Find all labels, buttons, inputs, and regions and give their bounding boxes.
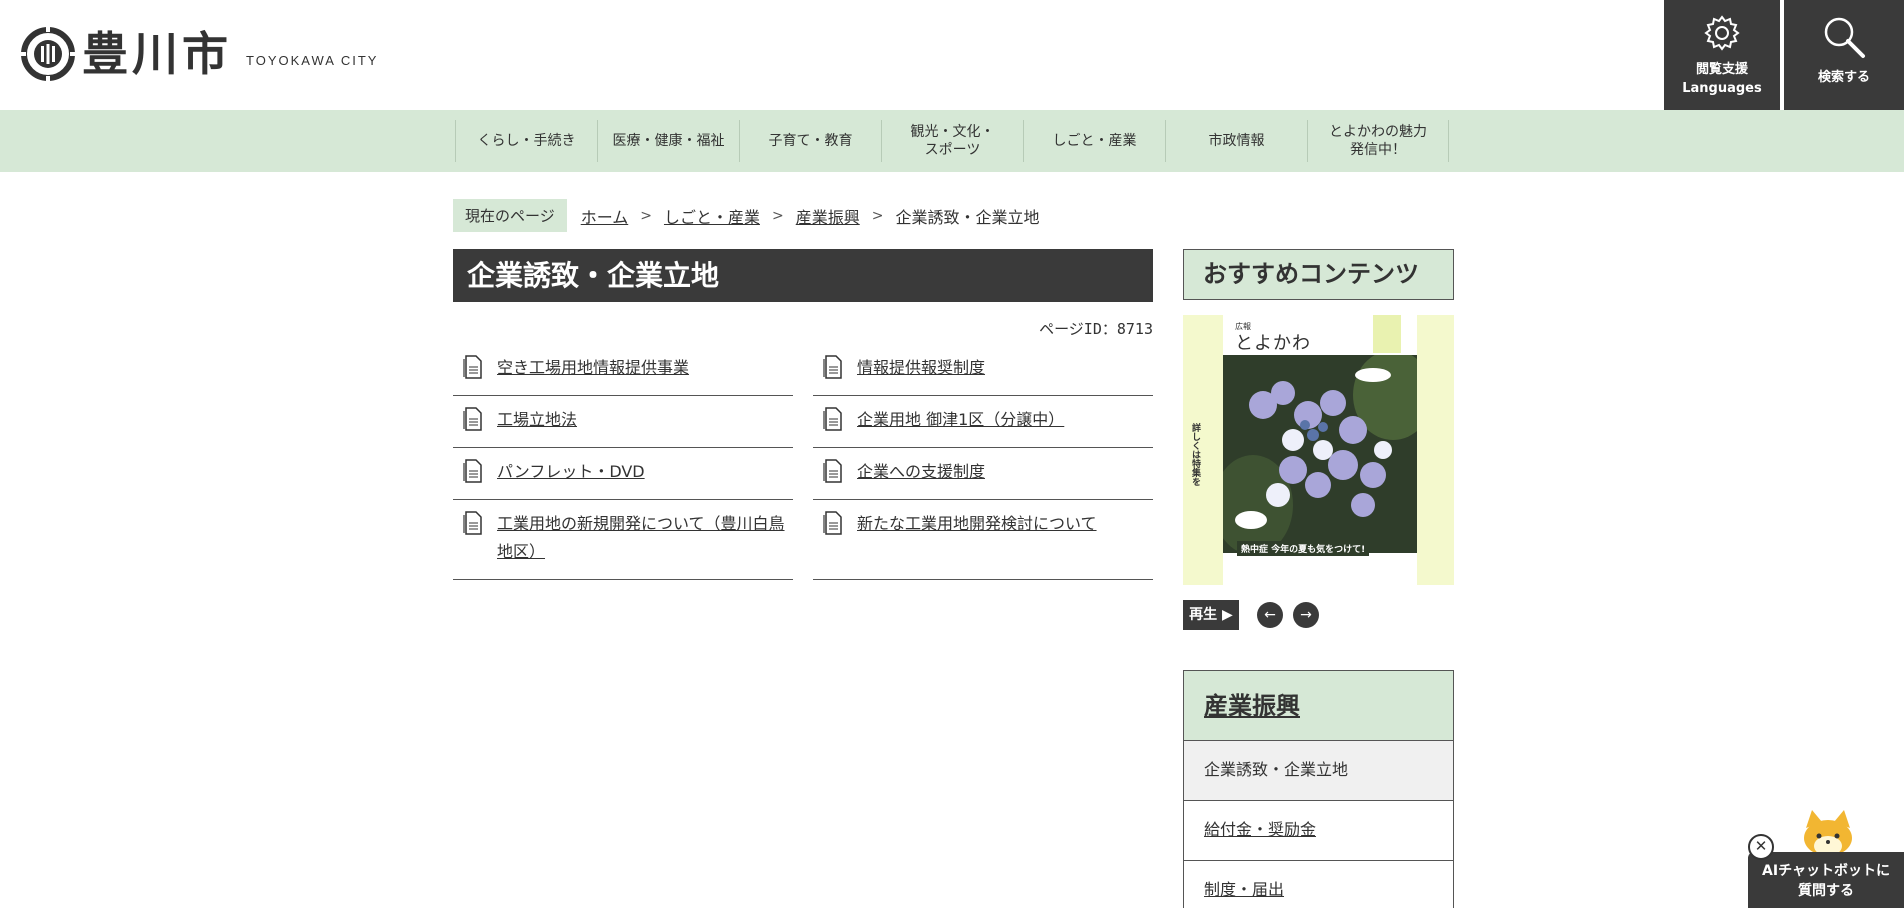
link-business-support[interactable]: 企業への支援制度 bbox=[857, 458, 985, 486]
list-item: 情報提供報奨制度 bbox=[813, 344, 1153, 396]
lang-label-line2: Languages bbox=[1682, 81, 1762, 96]
search-button[interactable]: 検索する bbox=[1784, 0, 1904, 110]
next-arrow-icon[interactable]: → bbox=[1293, 602, 1319, 628]
banner-caption: 熱中症 今年の夏も気をつけて! bbox=[1237, 541, 1370, 556]
list-item: 工業用地の新規開発について（豊川白鳥地区） bbox=[453, 500, 793, 580]
chatbot-button[interactable]: AIチャットボットに 質問する bbox=[1748, 852, 1904, 908]
global-nav: くらし・手続き 医療・健康・福祉 子育て・教育 観光・文化・ スポーツ しごと・産… bbox=[0, 110, 1904, 172]
logo-english: TOYOKAWA CITY bbox=[246, 52, 379, 68]
section-menu-item-system[interactable]: 制度・届出 bbox=[1184, 861, 1453, 908]
link-pamphlet-dvd[interactable]: パンフレット・DVD bbox=[497, 458, 645, 486]
list-item: 企業への支援制度 bbox=[813, 448, 1153, 500]
document-icon bbox=[463, 407, 482, 431]
chatbot-widget: AIチャットボットに 質問する ✕ bbox=[1748, 806, 1904, 908]
breadcrumb-work[interactable]: しごと・産業 bbox=[664, 204, 760, 228]
accessibility-languages-button[interactable]: 閲覧支援 Languages bbox=[1664, 0, 1780, 110]
breadcrumb-current: 企業誘致・企業立地 bbox=[895, 207, 1040, 227]
city-emblem-icon bbox=[20, 26, 76, 82]
nav-item-charm[interactable]: とよかわの魅力 発信中！ bbox=[1307, 120, 1449, 162]
breadcrumb-label: 現在のページ bbox=[453, 199, 567, 232]
document-icon bbox=[823, 407, 842, 431]
nav-item-health[interactable]: 医療・健康・福祉 bbox=[597, 120, 739, 162]
link-list-left: 空き工場用地情報提供事業 工場立地法 パンフレット・DVD 工業用地の新規開発に… bbox=[453, 344, 793, 580]
page-id: ページID：8713 bbox=[1039, 320, 1153, 338]
search-label: 検索する bbox=[1817, 70, 1870, 85]
logo-name: 豊川市 bbox=[82, 27, 232, 81]
link-new-land-study[interactable]: 新たな工業用地開発検討について bbox=[857, 510, 1097, 538]
breadcrumb-home[interactable]: ホーム bbox=[581, 204, 629, 228]
document-icon bbox=[463, 459, 482, 483]
section-menu: 産業振興 企業誘致・企業立地 給付金・奨励金 制度・届出 bbox=[1183, 670, 1454, 908]
nav-item-cityhall[interactable]: 市政情報 bbox=[1165, 120, 1307, 162]
nav-item-work[interactable]: しごと・産業 bbox=[1023, 120, 1165, 162]
recommended-heading: おすすめコンテンツ bbox=[1183, 249, 1454, 300]
recommended-banner[interactable]: 広報 とよかわ 熱中症 今年の夏も気をつけて! 詳しくは特集を bbox=[1183, 315, 1454, 585]
site-header: 豊川市 TOYOKAWA CITY 閲覧支援 Languages 検索する bbox=[0, 0, 1904, 110]
nav-item-living[interactable]: くらし・手続き bbox=[455, 120, 597, 162]
breadcrumb-industry[interactable]: 産業振興 bbox=[796, 204, 860, 228]
gear-icon bbox=[1704, 15, 1740, 51]
section-menu-item-subsidy[interactable]: 給付金・奨励金 bbox=[1184, 801, 1453, 861]
breadcrumb: 現在のページ ホーム > しごと・産業 > 産業振興 > 企業誘致・企業立地 bbox=[453, 199, 1039, 232]
lang-label-line1: 閲覧支援 bbox=[1695, 62, 1748, 77]
slideshow-controls: 再生 ▶ ← → bbox=[1183, 600, 1319, 630]
list-item: 企業用地 御津1区（分譲中） bbox=[813, 396, 1153, 448]
breadcrumb-separator: > bbox=[871, 207, 884, 224]
link-mito-district[interactable]: 企業用地 御津1区（分譲中） bbox=[857, 406, 1064, 434]
list-item: 空き工場用地情報提供事業 bbox=[453, 344, 793, 396]
link-factory-location-law[interactable]: 工場立地法 bbox=[497, 406, 577, 434]
document-icon bbox=[823, 459, 842, 483]
list-item: パンフレット・DVD bbox=[453, 448, 793, 500]
document-icon bbox=[823, 355, 842, 379]
hydrangea-photo bbox=[1223, 355, 1417, 553]
list-item: 工場立地法 bbox=[453, 396, 793, 448]
chatbot-close-icon[interactable]: ✕ bbox=[1748, 834, 1774, 860]
link-list-right: 情報提供報奨制度 企業用地 御津1区（分譲中） 企業への支援制度 新たな工業用地… bbox=[813, 344, 1153, 580]
page-title: 企業誘致・企業立地 bbox=[453, 249, 1153, 302]
document-icon bbox=[823, 511, 842, 535]
link-vacant-factory[interactable]: 空き工場用地情報提供事業 bbox=[497, 354, 689, 382]
breadcrumb-separator: > bbox=[640, 207, 652, 224]
list-item: 新たな工業用地開発検討について bbox=[813, 500, 1153, 580]
link-info-reward[interactable]: 情報提供報奨制度 bbox=[857, 354, 985, 382]
document-icon bbox=[463, 355, 482, 379]
magazine-cover: 広報 とよかわ 熱中症 今年の夏も気をつけて! bbox=[1223, 315, 1417, 585]
search-icon bbox=[1824, 17, 1865, 58]
nav-item-childcare[interactable]: 子育て・教育 bbox=[739, 120, 881, 162]
section-menu-item-current: 企業誘致・企業立地 bbox=[1184, 741, 1453, 801]
section-menu-title[interactable]: 産業振興 bbox=[1184, 671, 1453, 741]
document-icon bbox=[463, 511, 482, 535]
magazine-title: とよかわ bbox=[1235, 333, 1311, 354]
breadcrumb-separator: > bbox=[771, 207, 784, 224]
play-button[interactable]: 再生 ▶ bbox=[1183, 600, 1239, 630]
site-logo[interactable]: 豊川市 TOYOKAWA CITY bbox=[20, 26, 378, 82]
prev-arrow-icon[interactable]: ← bbox=[1257, 602, 1283, 628]
link-new-industrial-land[interactable]: 工業用地の新規開発について（豊川白鳥地区） bbox=[497, 510, 793, 566]
mascot-fox-icon bbox=[1804, 810, 1852, 856]
nav-item-tourism[interactable]: 観光・文化・ スポーツ bbox=[881, 120, 1023, 162]
